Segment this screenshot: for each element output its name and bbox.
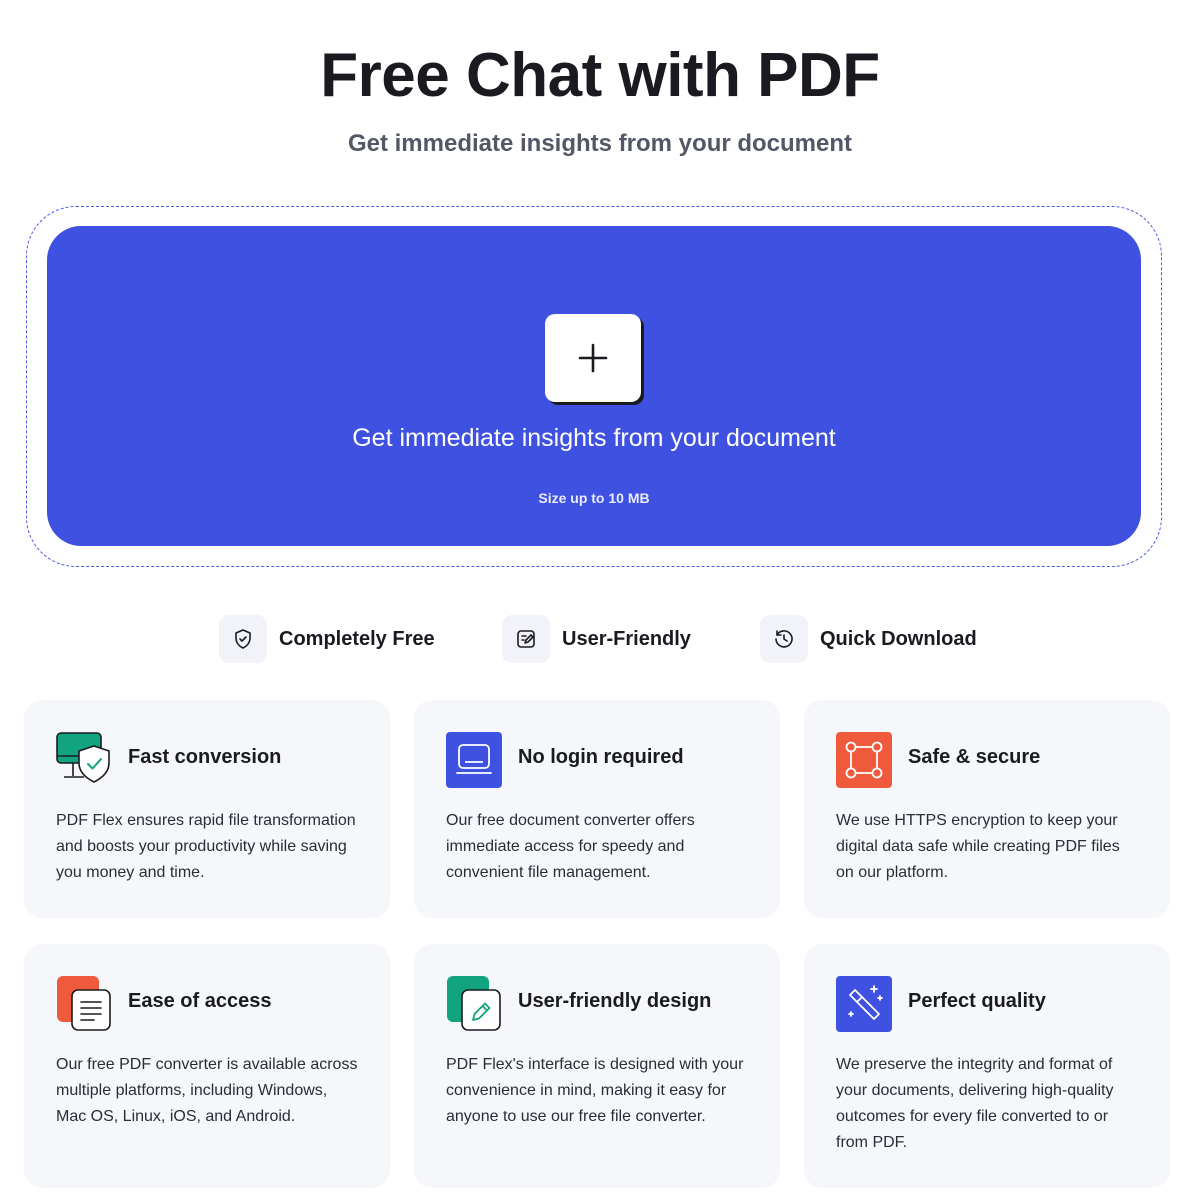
feature-card-user-friendly-design: User-friendly design PDF Flex's interfac…: [414, 944, 780, 1188]
card-title: Fast conversion: [128, 746, 282, 768]
page-subtitle: Get immediate insights from your documen…: [347, 130, 853, 157]
perk-completely-free: Completely Free: [219, 614, 435, 664]
feature-card-perfect-quality: Perfect quality We preserve the integrit…: [804, 944, 1170, 1188]
card-title: User-friendly design: [518, 990, 712, 1012]
monitor-shield-icon: [56, 732, 110, 783]
perk-label: Quick Download: [820, 627, 977, 650]
pencil-icon: [447, 976, 501, 1031]
card-title: Safe & secure: [908, 746, 1041, 768]
upload-size-limit: Size up to 10 MB: [538, 490, 650, 506]
edit-note-icon: [502, 615, 550, 663]
feature-card-ease-of-access: Ease of access Our free PDF converter is…: [24, 944, 390, 1188]
card-description: PDF Flex ensures rapid file transformati…: [56, 812, 356, 881]
perk-user-friendly: User-Friendly: [502, 614, 691, 664]
document-lines-icon: [57, 976, 111, 1031]
feature-card-no-login: No login required Our free document conv…: [414, 700, 780, 918]
upload-prompt: Get immediate insights from your documen…: [352, 424, 836, 452]
page-title: Free Chat with PDF: [320, 41, 880, 110]
nodes-square-icon: [836, 732, 892, 788]
card-title: No login required: [518, 746, 684, 768]
card-description: Our free document converter offers immed…: [446, 812, 695, 881]
plus-icon: [578, 343, 608, 373]
perk-label: Completely Free: [279, 627, 435, 650]
laptop-icon: [446, 732, 502, 788]
card-description: PDF Flex's interface is designed with yo…: [446, 1056, 744, 1125]
shield-check-icon: [219, 615, 267, 663]
perk-quick-download: Quick Download: [760, 614, 977, 664]
feature-card-fast-conversion: Fast conversion PDF Flex ensures rapid f…: [24, 700, 390, 918]
magic-wand-icon: [836, 976, 892, 1032]
card-description: We use HTTPS encryption to keep your dig…: [836, 812, 1120, 881]
card-title: Perfect quality: [908, 990, 1046, 1012]
add-file-button[interactable]: [545, 314, 641, 402]
upload-dropzone[interactable]: Get immediate insights from your documen…: [47, 226, 1141, 546]
card-title: Ease of access: [128, 990, 272, 1012]
perk-label: User-Friendly: [562, 627, 691, 650]
feature-card-safe-secure: Safe & secure We use HTTPS encryption to…: [804, 700, 1170, 918]
perks-row: Completely Free User-Friendly Quick Down…: [0, 614, 1200, 664]
card-description: Our free PDF converter is available acro…: [56, 1056, 358, 1125]
history-clock-icon: [760, 615, 808, 663]
card-description: We preserve the integrity and format of …: [836, 1056, 1114, 1151]
